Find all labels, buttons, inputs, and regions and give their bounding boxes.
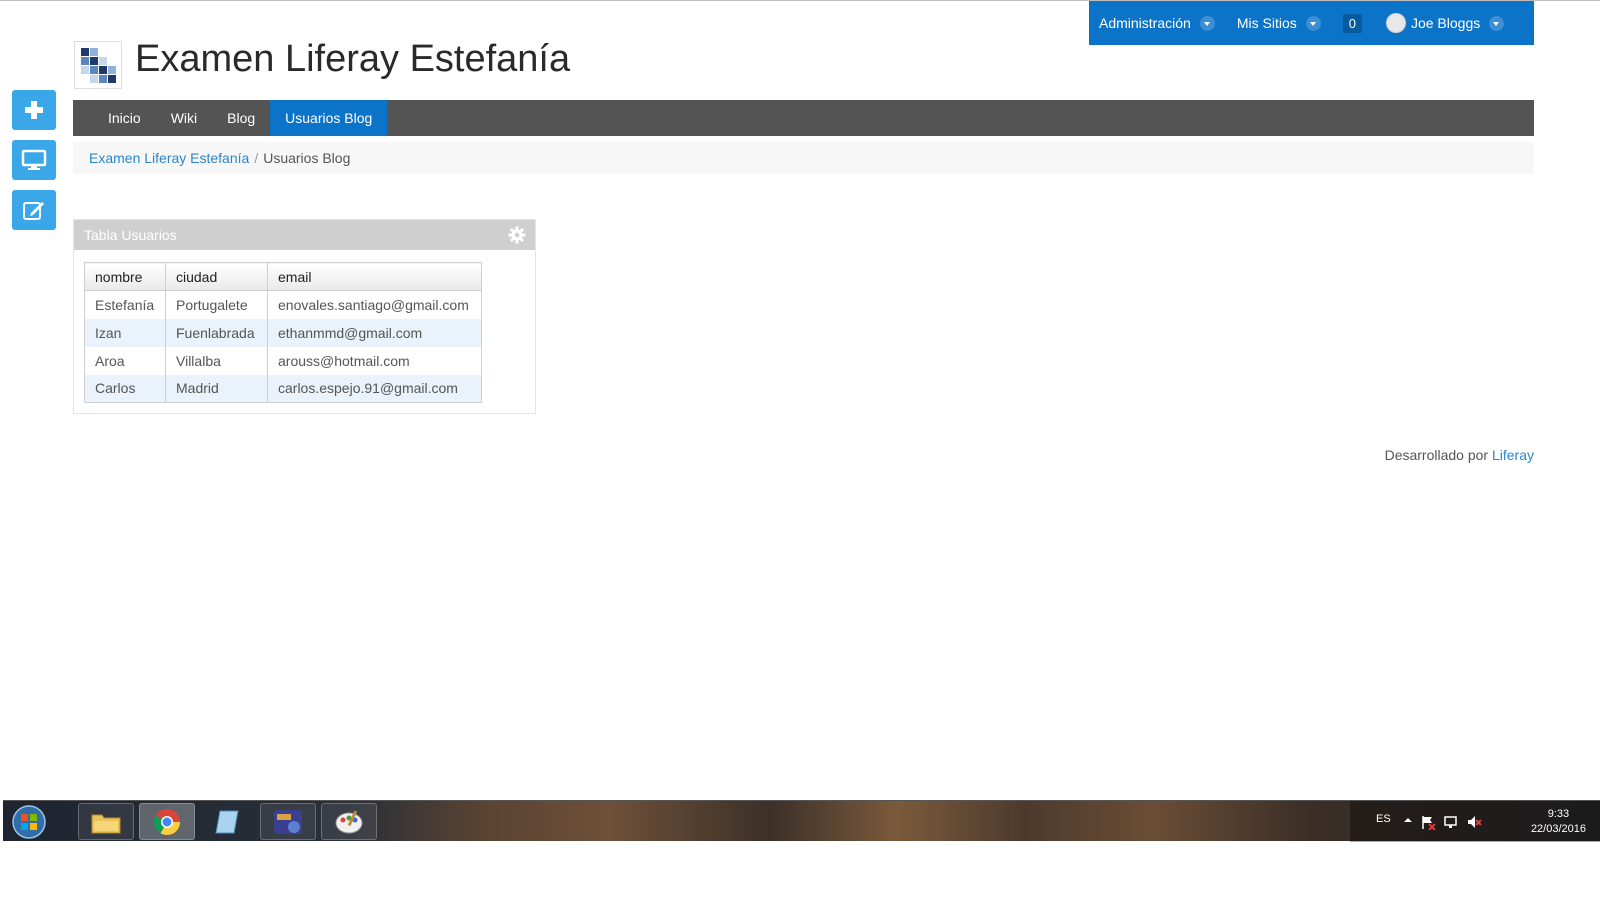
avatar (1385, 13, 1406, 33)
nav-item-wiki[interactable]: Wiki (156, 100, 212, 136)
cell-ciudad: Portugalete (165, 290, 268, 319)
cell-email: enovales.santiago@gmail.com (267, 290, 482, 319)
taskbar-chrome[interactable] (139, 803, 195, 840)
footer: Desarrollado por Liferay (1385, 447, 1534, 463)
document-app-icon (215, 810, 239, 833)
cell-nombre: Estefanía (84, 290, 166, 319)
cell-ciudad: Fuenlabrada (165, 318, 268, 347)
cell-nombre: Carlos (84, 374, 166, 403)
users-table-portlet: Tabla Usuarios nombre ciudad email Estef… (73, 219, 536, 414)
table-header-row: nombre ciudad email (84, 262, 482, 291)
footer-liferay-link[interactable]: Liferay (1492, 447, 1534, 463)
start-button[interactable] (9, 804, 49, 840)
portlet-title: Tabla Usuarios (84, 227, 177, 243)
nav-item-blog[interactable]: Blog (212, 100, 270, 136)
nav-item-inicio[interactable]: Inicio (93, 100, 156, 136)
cell-email: carlos.espejo.91@gmail.com (267, 374, 482, 403)
volume-muted-icon[interactable] (1466, 814, 1482, 830)
breadcrumb: Examen Liferay Estefanía / Usuarios Blog (73, 142, 1534, 174)
logo-tile (108, 48, 116, 56)
logo-tile (90, 66, 98, 74)
my-sites-label: Mis Sitios (1236, 15, 1297, 31)
network-icon[interactable] (1443, 814, 1459, 830)
logo-tile (108, 66, 116, 74)
taskbar-app[interactable] (199, 803, 255, 840)
chrome-icon (153, 808, 181, 835)
java-ee-ide-icon (274, 809, 302, 834)
logo-tile (99, 57, 107, 65)
dockbar: Administración Mis Sitios 0 Joe Bloggs (1089, 1, 1534, 45)
edit-button[interactable] (12, 190, 56, 230)
clock-date: 22/03/2016 (1530, 823, 1586, 835)
admin-menu-label: Administración (1099, 15, 1191, 31)
page-title: Examen Liferay Estefanía (135, 38, 571, 80)
paint-icon (335, 809, 363, 833)
add-button[interactable] (12, 90, 56, 130)
logo-tile (99, 66, 107, 74)
logo-grid-icon (81, 48, 117, 84)
my-sites-menu[interactable]: Mis Sitios (1237, 15, 1321, 31)
language-indicator[interactable]: ES (1376, 813, 1391, 825)
taskbar-explorer[interactable] (78, 803, 134, 840)
logo-tile (108, 57, 116, 65)
preview-button[interactable] (12, 140, 56, 180)
logo-tile (108, 75, 116, 83)
table-row: Aroa Villalba arouss@hotmail.com (84, 346, 482, 375)
user-name: Joe Bloggs (1410, 15, 1481, 31)
notifications-badge[interactable]: 0 (1342, 13, 1362, 33)
system-tray: ES 9:33 22/03/2016 (1350, 801, 1600, 842)
monitor-icon (21, 149, 47, 170)
cell-ciudad: Madrid (165, 374, 268, 403)
chevron-down-icon (1199, 15, 1215, 31)
column-header-nombre[interactable]: nombre (84, 262, 166, 291)
clock-time: 9:33 (1547, 808, 1570, 820)
action-center-flag-icon[interactable] (1420, 814, 1436, 830)
logo-tile (99, 75, 107, 83)
logo-tile (90, 75, 98, 83)
os-taskbar: ES 9:33 22/03/2016 (3, 800, 1600, 842)
site-logo[interactable] (74, 41, 122, 89)
cell-email: arouss@hotmail.com (267, 346, 482, 375)
breadcrumb-current: Usuarios Blog (263, 150, 351, 166)
logo-tile (90, 57, 98, 65)
folder-icon (91, 814, 121, 833)
cell-email: ethanmmd@gmail.com (267, 318, 482, 347)
user-menu[interactable]: Joe Bloggs (1385, 13, 1505, 33)
table-row: Estefanía Portugalete enovales.santiago@… (84, 290, 482, 319)
clock[interactable]: 9:33 22/03/2016 (1531, 807, 1586, 837)
plus-icon (25, 101, 43, 119)
cell-nombre: Izan (84, 318, 166, 347)
cell-nombre: Aroa (84, 346, 166, 375)
logo-tile (81, 48, 89, 56)
logo-tile (81, 75, 89, 83)
edit-icon (23, 202, 44, 220)
portlet-header: Tabla Usuarios (74, 220, 535, 250)
nav-item-usuarios-blog[interactable]: Usuarios Blog (270, 100, 388, 136)
logo-tile (81, 66, 89, 74)
main-nav: Inicio Wiki Blog Usuarios Blog (73, 100, 1534, 136)
users-table: nombre ciudad email Estefanía Portugalet… (84, 262, 482, 403)
column-header-email[interactable]: email (267, 262, 482, 291)
column-header-ciudad[interactable]: ciudad (165, 262, 268, 291)
gear-icon[interactable] (508, 226, 526, 244)
logo-tile (81, 57, 89, 65)
chevron-down-icon (1489, 15, 1505, 31)
taskbar-paint[interactable] (321, 803, 377, 840)
chevron-up-icon[interactable] (1402, 814, 1414, 826)
logo-tile (90, 48, 98, 56)
taskbar-eclipse[interactable] (260, 803, 316, 840)
breadcrumb-separator: / (254, 150, 259, 166)
breadcrumb-root-link[interactable]: Examen Liferay Estefanía (89, 150, 249, 166)
admin-menu[interactable]: Administración (1099, 15, 1215, 31)
table-row: Carlos Madrid carlos.espejo.91@gmail.com (84, 374, 482, 403)
windows-logo-icon (12, 805, 46, 839)
chevron-down-icon (1305, 15, 1321, 31)
table-row: Izan Fuenlabrada ethanmmd@gmail.com (84, 318, 482, 347)
cell-ciudad: Villalba (165, 346, 268, 375)
logo-tile (99, 48, 107, 56)
footer-text: Desarrollado por (1384, 447, 1489, 463)
